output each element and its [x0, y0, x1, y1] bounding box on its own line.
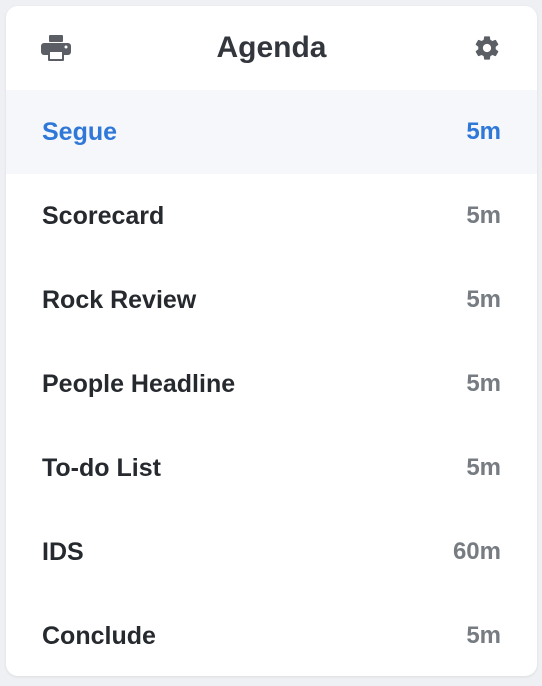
agenda-item-duration: 5m	[466, 202, 501, 229]
agenda-item-todo-list[interactable]: To-do List 5m	[6, 426, 537, 510]
agenda-item-conclude[interactable]: Conclude 5m	[6, 594, 537, 676]
agenda-item-duration: 5m	[466, 118, 501, 145]
agenda-item-ids[interactable]: IDS 60m	[6, 510, 537, 594]
agenda-item-label: Conclude	[42, 621, 156, 650]
settings-button[interactable]	[471, 32, 503, 64]
agenda-item-people-headline[interactable]: People Headline 5m	[6, 342, 537, 426]
agenda-item-duration: 60m	[452, 538, 501, 565]
agenda-item-label: People Headline	[42, 369, 236, 398]
agenda-item-label: Rock Review	[42, 285, 197, 314]
agenda-item-duration: 5m	[466, 622, 501, 649]
print-button[interactable]	[40, 32, 72, 64]
print-icon	[41, 35, 71, 61]
agenda-item-duration: 5m	[466, 454, 501, 481]
agenda-list: Segue 5m Scorecard 5m Rock Review 5m Peo…	[6, 90, 537, 676]
agenda-item-duration: 5m	[466, 370, 501, 397]
agenda-item-label: Scorecard	[42, 201, 165, 230]
agenda-item-label: IDS	[42, 537, 84, 566]
gear-icon	[475, 36, 499, 60]
agenda-item-rock-review[interactable]: Rock Review 5m	[6, 258, 537, 342]
agenda-item-scorecard[interactable]: Scorecard 5m	[6, 174, 537, 258]
agenda-item-label: Segue	[42, 117, 118, 146]
agenda-item-duration: 5m	[466, 286, 501, 313]
agenda-item-segue[interactable]: Segue 5m	[6, 90, 537, 174]
agenda-panel: Agenda Segue 5m Scorecard 5m Rock Review…	[6, 6, 537, 676]
agenda-item-label: To-do List	[42, 453, 161, 482]
agenda-header: Agenda	[6, 6, 537, 90]
page-title: Agenda	[216, 31, 327, 64]
